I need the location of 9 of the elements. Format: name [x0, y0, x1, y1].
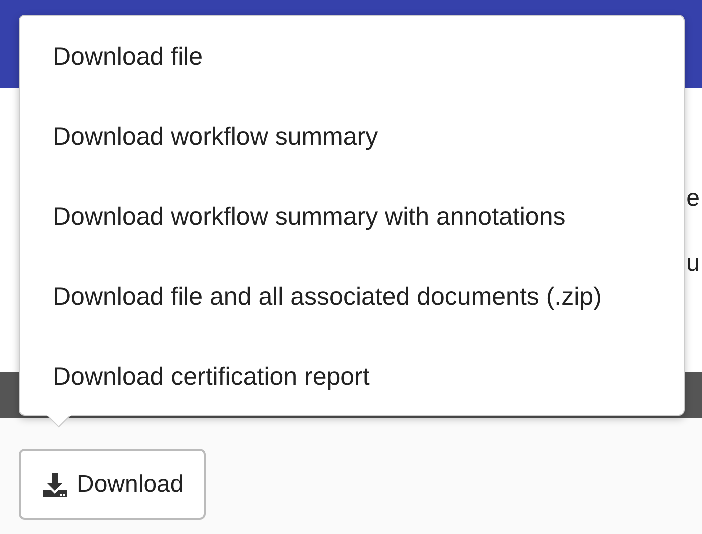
page-text: e	[686, 187, 700, 211]
download-icon	[41, 470, 69, 498]
page-text: u	[686, 252, 700, 276]
menu-item[interactable]: Download workflow summary with annotations	[20, 178, 684, 258]
download-button[interactable]: Download	[19, 449, 206, 520]
menu-item[interactable]: Download file	[20, 18, 684, 98]
menu-item[interactable]: Download file and all associated documents (.zip)	[20, 258, 684, 338]
menu-item[interactable]: Download workflow summary	[20, 98, 684, 178]
menu-item[interactable]: Download certification report	[20, 338, 684, 418]
